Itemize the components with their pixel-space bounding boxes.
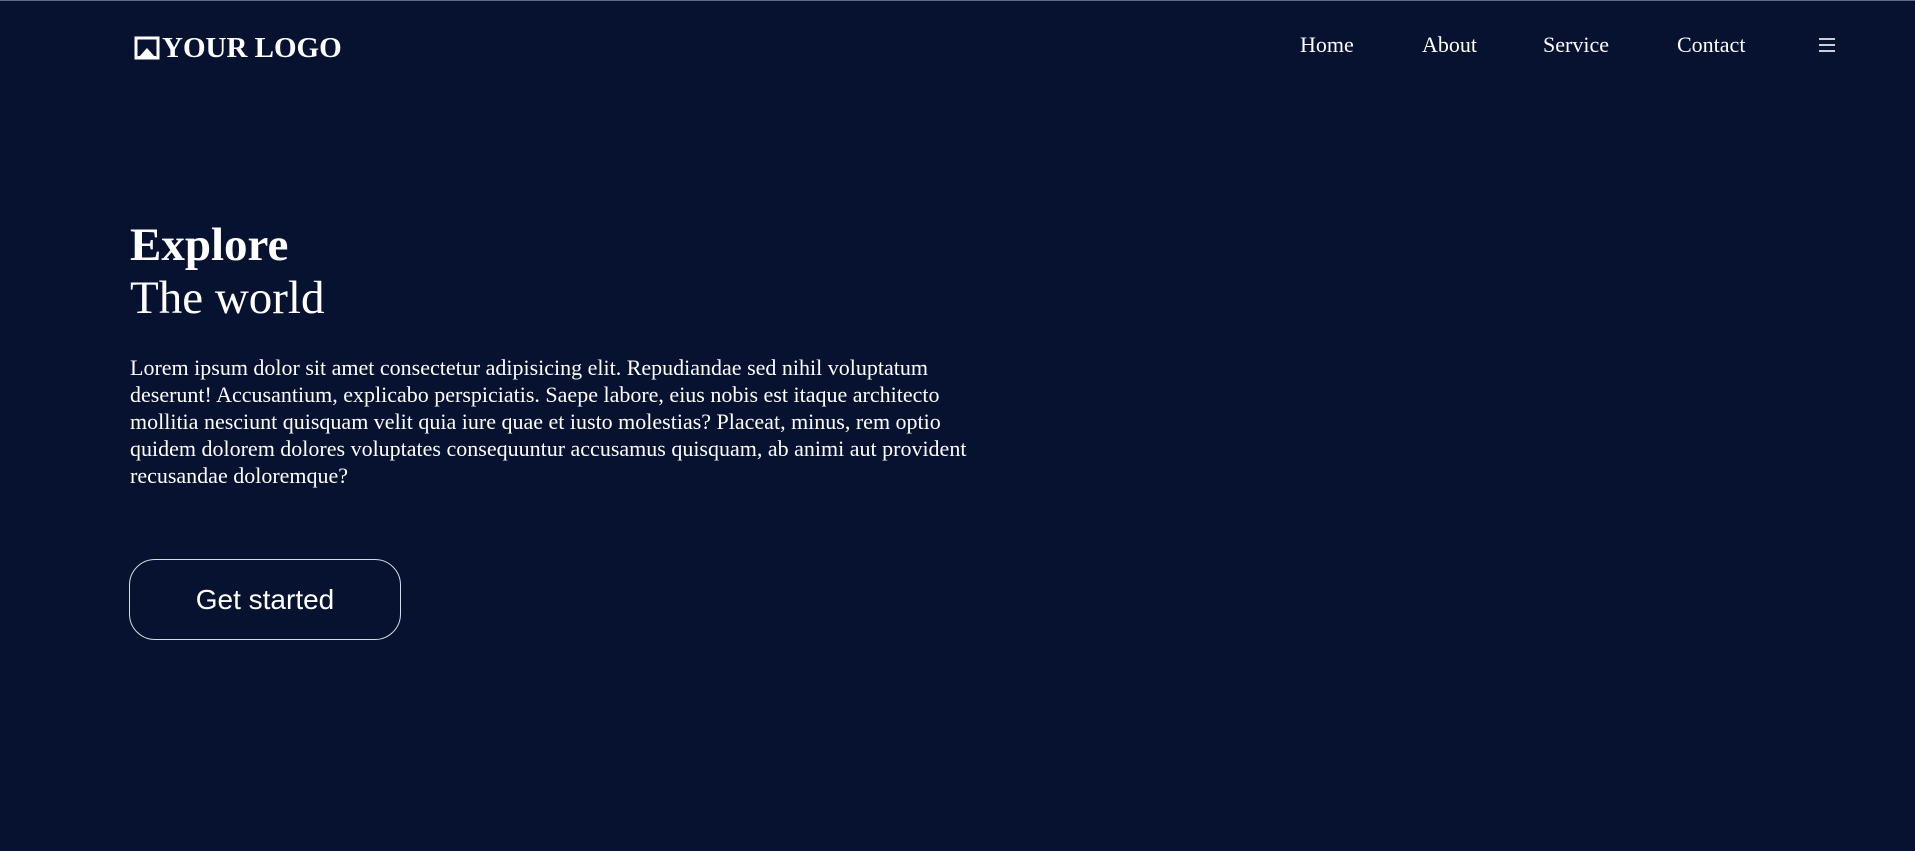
hero-section: Explore The world Lorem ipsum dolor sit … [130,219,990,489]
get-started-button[interactable]: Get started [129,559,401,640]
hero-description: Lorem ipsum dolor sit amet consectetur a… [130,355,967,488]
landing-page: YOUR LOGO Home About Service Contact Exp… [0,0,1915,851]
image-logo-icon [134,35,160,61]
nav-item-contact[interactable]: Contact [1677,30,1745,60]
nav-item-service[interactable]: Service [1543,30,1609,60]
nav-item-home[interactable]: Home [1300,30,1354,60]
logo-text: YOUR LOGO [162,32,342,64]
logo-link[interactable]: YOUR LOGO [134,31,342,65]
hamburger-menu-icon[interactable] [1816,34,1838,56]
hero-title: Explore [130,219,289,271]
nav-item-about[interactable]: About [1422,30,1477,60]
hero-subtitle: The world [130,272,325,324]
site-header: YOUR LOGO Home About Service Contact [0,1,1915,91]
